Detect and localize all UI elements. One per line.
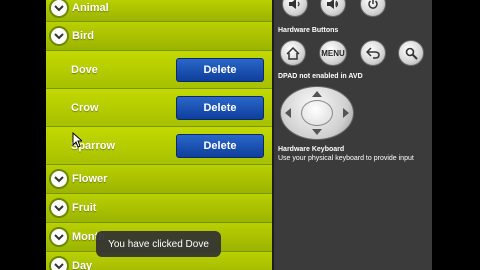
collapse-icon xyxy=(49,26,69,46)
dpad-status-label: DPAD not enabled in AVD xyxy=(278,73,363,80)
child-label: Crow xyxy=(71,101,99,114)
group-label: Day xyxy=(72,260,93,270)
menu-label: MENU xyxy=(321,48,345,58)
volume-down-icon xyxy=(289,0,300,9)
delete-button[interactable]: Delete xyxy=(176,133,264,158)
keyboard-hint-text: Use your physical keyboard to provide in… xyxy=(278,155,414,162)
group-row-fruit[interactable]: Fruit xyxy=(46,194,272,223)
group-label: Fruit xyxy=(72,202,97,214)
left-black-bar xyxy=(0,0,46,270)
child-label: Dove xyxy=(71,63,98,76)
hardware-buttons-label: Hardware Buttons xyxy=(278,27,339,34)
dpad-center-button[interactable] xyxy=(301,100,333,126)
child-row-crow[interactable]: Crow Delete xyxy=(46,89,272,127)
dpad[interactable] xyxy=(280,86,354,140)
home-icon xyxy=(286,46,300,60)
expand-icon xyxy=(49,169,69,189)
expand-icon xyxy=(49,256,69,270)
group-label: Animal xyxy=(72,2,109,15)
group-row-bird[interactable]: Bird xyxy=(46,22,272,51)
search-icon xyxy=(405,47,418,60)
right-black-bar xyxy=(432,0,480,270)
expand-icon xyxy=(49,0,69,19)
hardware-keyboard-label: Hardware Keyboard xyxy=(278,146,345,153)
back-button[interactable] xyxy=(360,40,386,66)
power-button[interactable] xyxy=(360,0,386,17)
mouse-cursor-icon xyxy=(72,132,82,148)
dpad-right-icon[interactable] xyxy=(342,107,350,119)
child-row-dove[interactable]: Dove Delete xyxy=(46,51,272,89)
expand-icon xyxy=(49,198,69,218)
toast-message: You have clicked Dove xyxy=(96,231,221,257)
menu-button[interactable]: MENU xyxy=(319,40,347,66)
volume-down-button[interactable] xyxy=(282,0,308,17)
group-label: Flower xyxy=(72,173,108,185)
delete-button[interactable]: Delete xyxy=(176,95,264,120)
search-button[interactable] xyxy=(398,40,424,66)
dpad-up-icon[interactable] xyxy=(311,90,323,98)
volume-up-icon xyxy=(327,0,339,9)
group-row-animal[interactable]: Animal xyxy=(46,0,272,22)
dpad-down-icon[interactable] xyxy=(311,128,323,136)
dpad-left-icon[interactable] xyxy=(284,107,292,119)
power-icon xyxy=(368,0,378,9)
emulator-controls-panel: Hardware Buttons MENU DPAD not enabled i… xyxy=(274,0,432,270)
group-label: Bird xyxy=(72,30,94,42)
expand-icon xyxy=(49,227,69,247)
back-icon xyxy=(366,47,380,59)
group-row-flower[interactable]: Flower xyxy=(46,165,272,194)
delete-button[interactable]: Delete xyxy=(176,57,264,82)
volume-up-button[interactable] xyxy=(320,0,346,17)
home-button[interactable] xyxy=(280,40,306,66)
